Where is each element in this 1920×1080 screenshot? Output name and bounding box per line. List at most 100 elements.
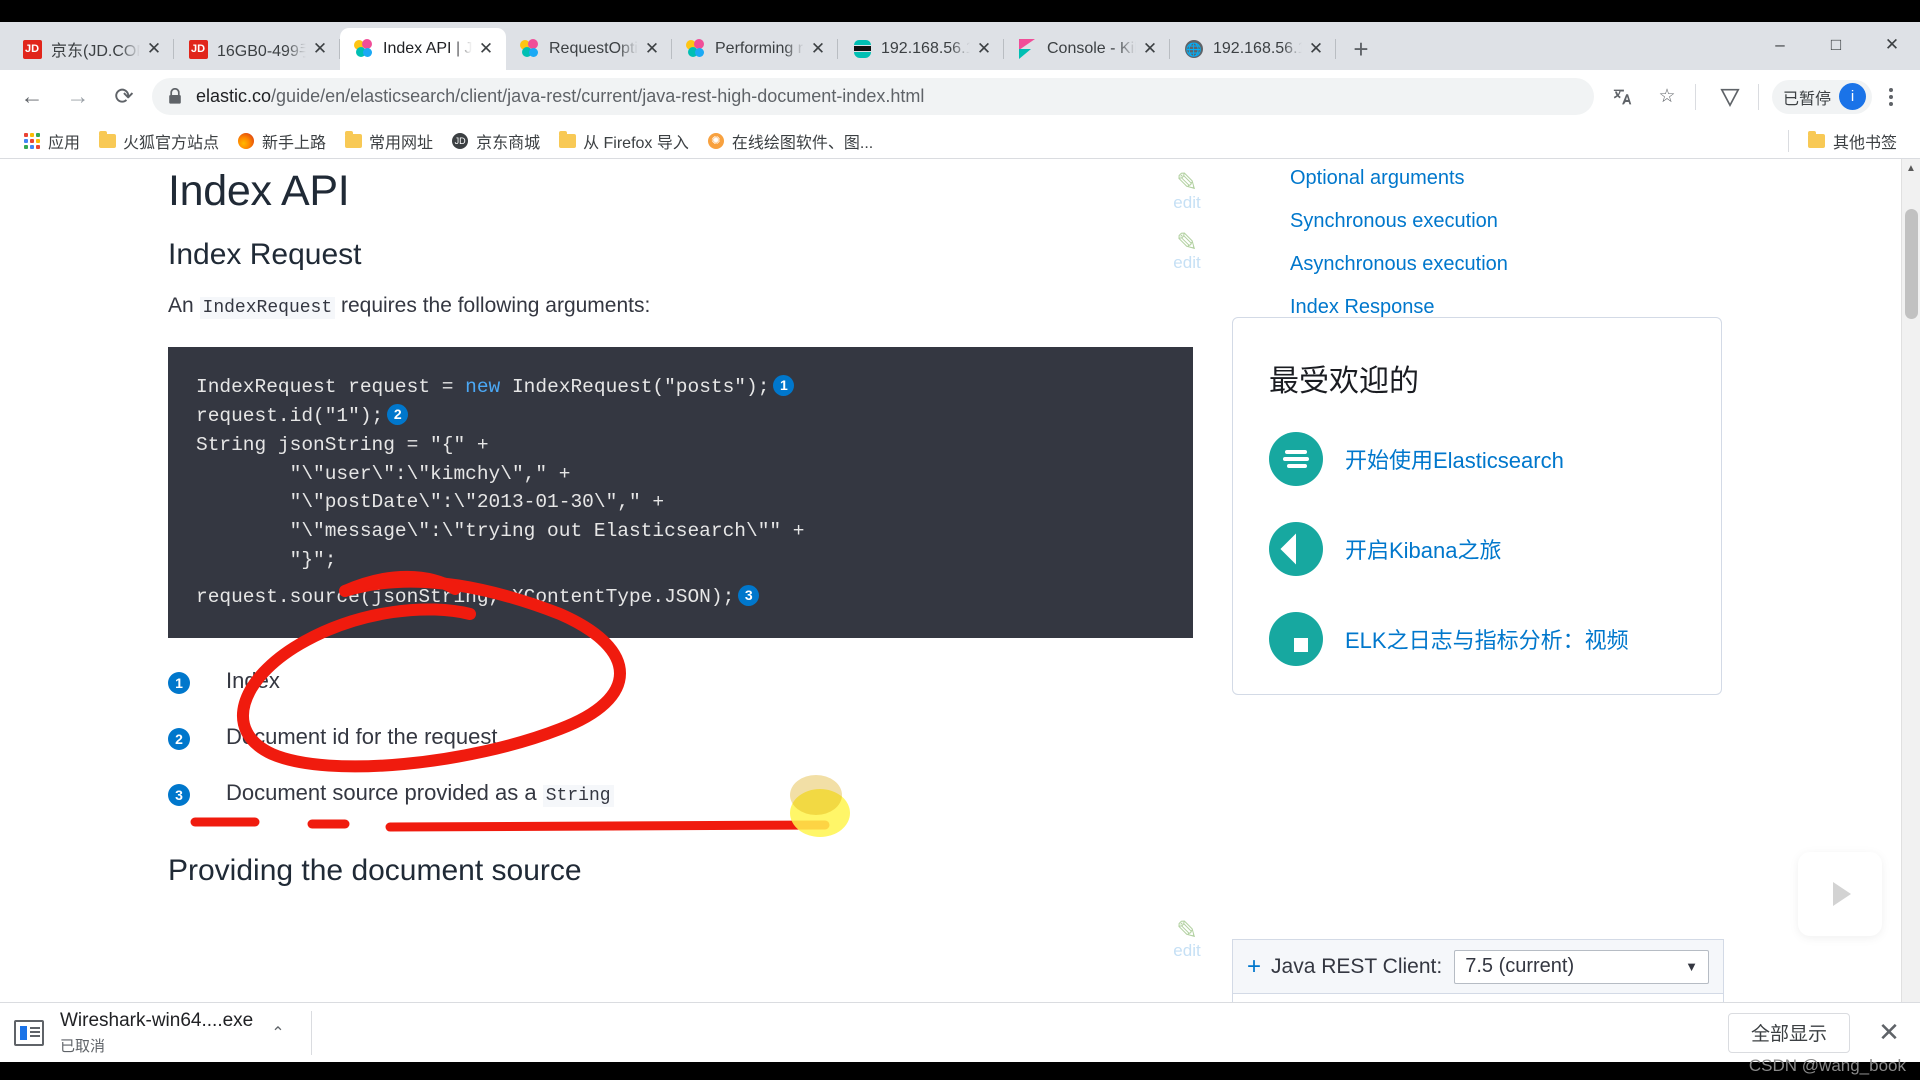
download-item[interactable]: Wireshark-win64....exe 已取消 ⌃ [14,1009,285,1057]
toc-link-asynchronous-execution[interactable]: Asynchronous execution [1290,253,1720,276]
forward-icon[interactable]: → [60,79,96,115]
bookmark-label: 从 Firefox 导入 [583,134,689,152]
scroll-up-arrow[interactable]: ▲ [1902,159,1920,178]
browser-tab[interactable]: Performing re ✕ [672,28,838,70]
edit-link[interactable]: ✎ edit [1160,917,1214,961]
close-icon[interactable]: ✕ [640,37,664,61]
jd-icon: JD [188,39,208,59]
bookmark-label: 火狐官方站点 [123,134,220,152]
watermark-credit: CSDN @wang_book [1748,1056,1906,1075]
code-text-2: request.id("1"); [196,404,384,427]
logstash-logo-icon [1269,612,1323,666]
callout-badge-1[interactable]: 1 [773,375,795,396]
browser-tab[interactable]: JD 京东(JD.COM) ✕ [8,28,174,70]
legend-number: 2 [168,727,190,750]
article-column: Index API Index Request An IndexRequest … [168,167,1228,930]
lock-icon [166,88,184,105]
jd-dark-icon: JD [451,132,469,150]
bookmark-label: 在线绘图软件、图... [731,134,874,152]
inline-code: IndexRequest [199,297,336,319]
browser-tab[interactable]: 192.168.56.10 ✕ [838,28,1004,70]
bookmark-item[interactable]: 新手上路 [228,127,335,155]
pencil-icon: ✎ [1176,915,1198,945]
browser-tab-active[interactable]: Index API | Ja ✕ [340,28,506,70]
tab-title: 京东(JD.COM) [51,43,140,60]
expand-icon[interactable]: + [1247,953,1261,981]
bookmark-item[interactable]: 从 Firefox 导入 [549,127,698,155]
browser-tab[interactable]: 🌐 192.168.56.10 ✕ [1170,28,1336,70]
browser-window: JD 京东(JD.COM) ✕ JD 16GB0-499手 ✕ Index AP… [0,22,1920,1062]
browser-tab[interactable]: Console - Kib ✕ [1004,28,1170,70]
popular-item[interactable]: ELK之日志与指标分析：视频 [1269,612,1685,666]
callout-badge-3[interactable]: 3 [738,585,760,607]
bookmark-star-icon[interactable]: ☆ [1648,78,1686,116]
close-icon[interactable]: ✕ [972,37,996,61]
close-icon[interactable]: ✕ [1138,37,1162,61]
close-icon[interactable]: ✕ [308,37,332,61]
new-tab-button[interactable]: + [1344,32,1378,66]
page-scrollbar[interactable]: ▲ ▼ [1901,159,1920,1024]
bookmark-label: 应用 [48,134,81,152]
code-line: request.id("1"); 2 [196,402,1165,431]
minimize-button[interactable]: – [1752,22,1808,68]
page-content: Index API Index Request An IndexRequest … [0,159,1920,1024]
other-bookmarks[interactable]: 其他书签 [1799,127,1906,155]
bookmark-item[interactable]: ✺ 在线绘图软件、图... [698,127,882,155]
globe-orange-icon: ✺ [707,132,725,150]
edit-link[interactable]: ✎ edit [1160,169,1214,213]
chrome-menu-icon[interactable] [1876,87,1906,106]
bookmark-item[interactable]: JD 京东商城 [442,127,549,155]
code-line: "\"postDate\":\"2013-01-30\"," + [196,491,665,514]
bookmark-label: 其他书签 [1832,135,1897,152]
code-line: "\"user\":\"kimchy\"," + [196,462,571,485]
elastic-icon [686,39,706,59]
callout-legend: 1 Index 2 Document id for the request 3 … [168,668,1228,807]
bookmark-apps[interactable]: 应用 [14,127,89,155]
video-play-widget[interactable] [1798,852,1882,936]
back-icon[interactable]: ← [14,79,50,115]
chevron-up-icon[interactable]: ⌃ [271,1023,284,1043]
bookmark-item[interactable]: 常用网址 [335,127,442,155]
url-path: /guide/en/elasticsearch/client/java-rest… [271,86,925,106]
play-icon [1833,882,1851,906]
scrollbar-thumb[interactable] [1905,209,1918,319]
toc-link-synchronous-execution[interactable]: Synchronous execution [1290,210,1720,233]
translate-icon[interactable] [1604,78,1642,116]
popular-item-label: ELK之日志与指标分析：视频 [1345,628,1629,653]
firefox-icon [237,132,255,150]
tab-separator [1335,39,1336,59]
version-value: 7.5 (current) [1465,955,1575,977]
close-window-button[interactable]: ✕ [1864,22,1920,68]
browser-tab[interactable]: JD 16GB0-499手 ✕ [174,28,340,70]
elasticsearch-icon [852,39,872,59]
bookmark-item[interactable]: 火狐官方站点 [89,127,228,155]
close-icon[interactable]: ✕ [1304,37,1328,61]
bookmark-label: 常用网址 [369,134,434,152]
show-all-downloads-button[interactable]: 全部显示 [1727,1012,1850,1053]
version-select[interactable]: 7.5 (current) ▼ [1454,949,1709,984]
screen: JD 京东(JD.COM) ✕ JD 16GB0-499手 ✕ Index AP… [0,0,1920,1080]
profile-paused-chip[interactable]: 已暂停 i [1771,79,1872,114]
paused-label: 已暂停 [1782,90,1831,108]
close-icon[interactable]: ✕ [806,37,830,61]
tab-title: 192.168.56.10 [881,40,970,57]
close-icon[interactable]: ✕ [474,37,498,61]
elastic-icon [354,39,374,59]
browser-tab[interactable]: RequestOptic ✕ [506,28,672,70]
close-icon[interactable]: ✕ [142,37,166,61]
toc-link-optional-arguments[interactable]: Optional arguments [1290,167,1720,190]
toc-link-index-response[interactable]: Index Response [1290,296,1720,319]
folder-icon [344,130,362,150]
callout-badge-2[interactable]: 2 [387,403,409,425]
popular-item[interactable]: 开始使用Elasticsearch [1269,432,1685,486]
address-bar[interactable]: elastic.co/guide/en/elasticsearch/client… [152,78,1594,115]
extension-icon[interactable] [1711,78,1749,116]
legend-number: 1 [168,671,190,694]
version-selector-row: + Java REST Client: 7.5 (current) ▼ [1233,940,1723,994]
close-download-bar-icon[interactable]: ✕ [1872,1017,1906,1048]
avatar[interactable]: i [1839,83,1866,110]
popular-item[interactable]: 开启Kibana之旅 [1269,522,1685,576]
reload-icon[interactable]: ⟳ [106,79,142,115]
edit-link[interactable]: ✎ edit [1160,229,1214,273]
maximize-button[interactable]: □ [1808,22,1864,68]
